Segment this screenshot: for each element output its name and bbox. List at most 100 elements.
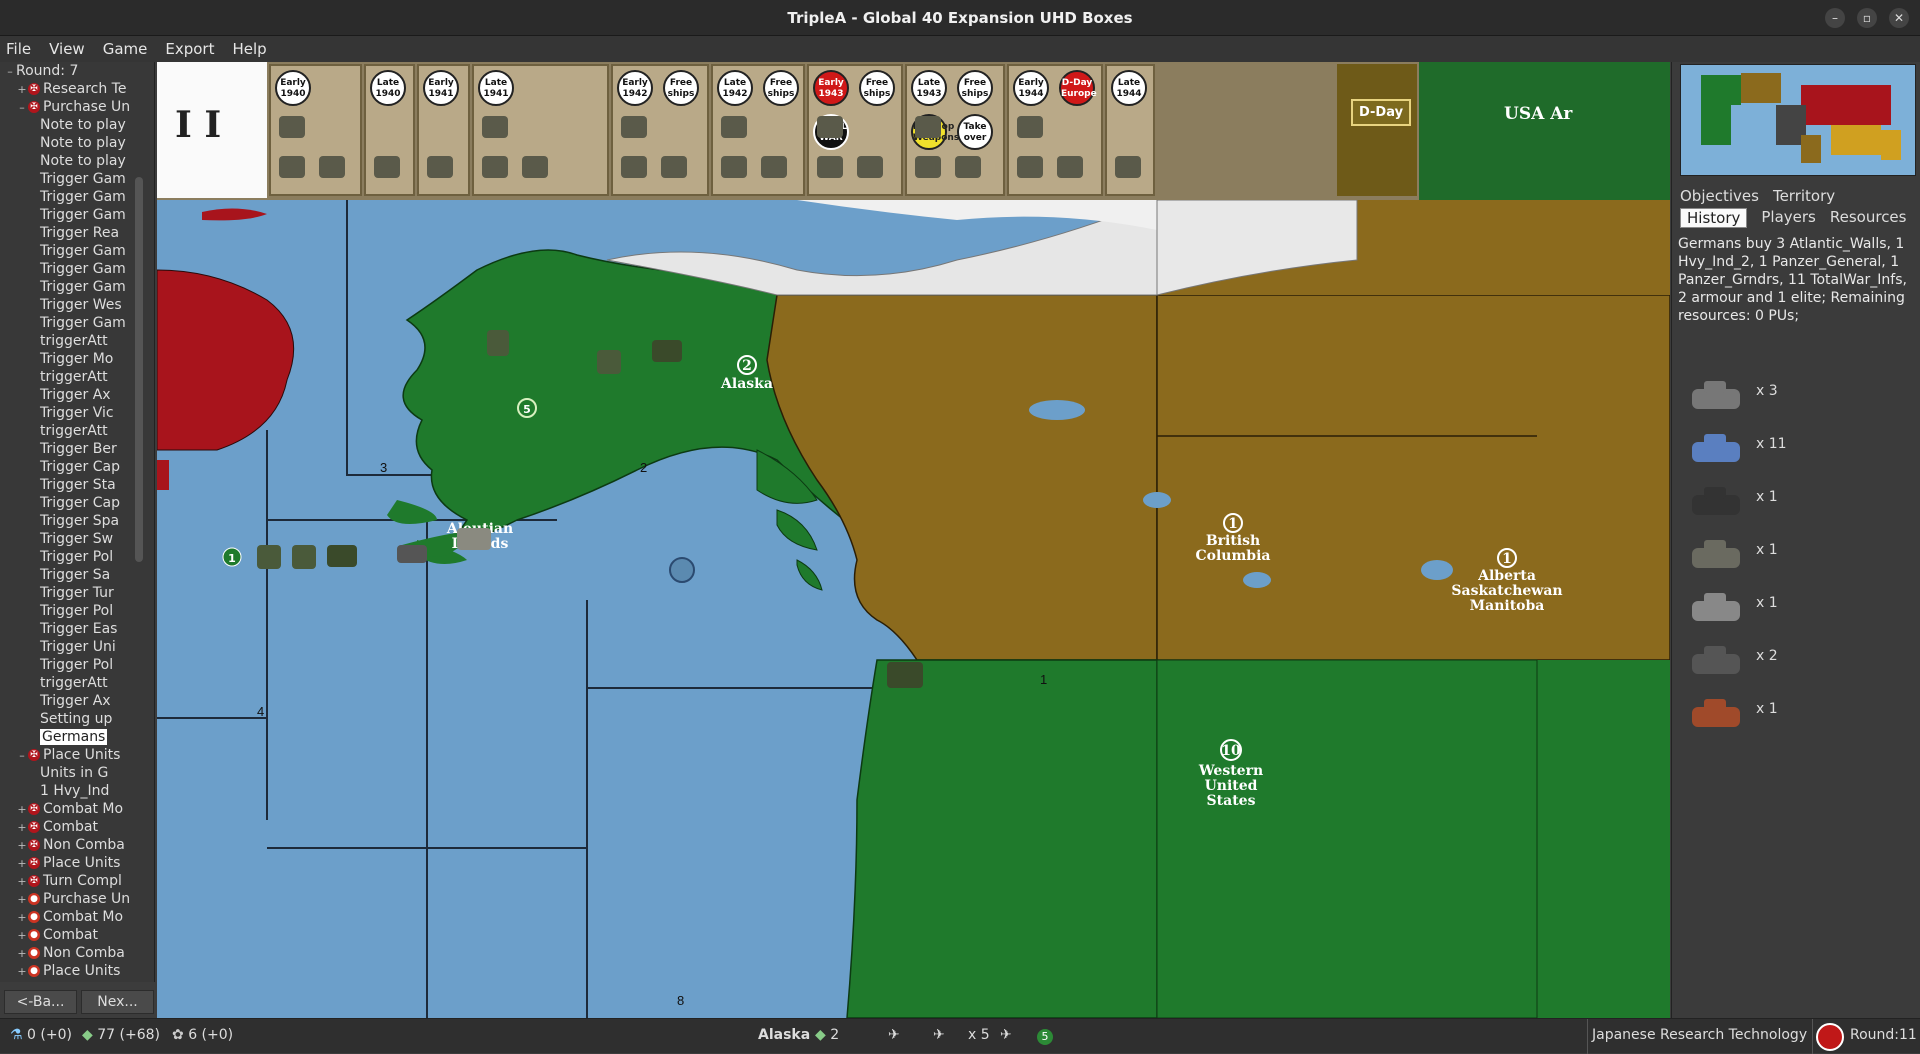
tree-row[interactable]: + ✠ Non Comba — [0, 836, 154, 854]
tree-row[interactable]: Note to play — [0, 116, 154, 134]
tree-row[interactable]: Trigger Gam — [0, 206, 154, 224]
tech-box[interactable]: Early 1943Free shipsTOTAL WAR — [807, 64, 903, 196]
tab-players[interactable]: Players — [1761, 208, 1816, 228]
tree-row[interactable]: Note to play — [0, 134, 154, 152]
tech-box[interactable]: Early 1940 — [269, 64, 362, 196]
tech-box[interactable]: Early 1944 D-Day Europe — [1007, 64, 1103, 196]
expand-icon[interactable]: + — [16, 891, 28, 909]
tree-row[interactable]: triggerAtt — [0, 332, 154, 350]
expand-icon[interactable]: + — [16, 837, 28, 855]
tree-row[interactable]: Trigger Mo — [0, 350, 154, 368]
tree-row[interactable]: Trigger Gam — [0, 242, 154, 260]
tree-row[interactable]: 1 Hvy_Ind — [0, 782, 154, 800]
tech-box[interactable]: Late 1941 — [472, 64, 609, 196]
tree-row[interactable]: + ✠ Combat — [0, 818, 154, 836]
collapse-icon[interactable]: – — [16, 747, 28, 765]
tree-row[interactable]: Trigger Sta — [0, 476, 154, 494]
usa-army-panel[interactable]: USA Ar — [1419, 62, 1670, 200]
territory-western-united-states[interactable] — [846, 659, 1158, 1018]
dday-panel[interactable]: D-Day — [1337, 64, 1417, 196]
tech-box[interactable]: Late 1943Free shipsDevelop WeaponsTake o… — [905, 64, 1005, 196]
expand-icon[interactable]: + — [16, 819, 28, 837]
unit-transport[interactable] — [397, 545, 427, 563]
tree-row[interactable]: + ● Non Comba — [0, 944, 154, 962]
unit-artillery[interactable] — [652, 340, 682, 362]
unit-row-elite-tank[interactable]: x 1 — [1678, 579, 1918, 639]
tree-row[interactable]: triggerAtt — [0, 422, 154, 440]
tree-row[interactable]: Trigger Gam — [0, 170, 154, 188]
tree-row[interactable]: Trigger Wes — [0, 296, 154, 314]
tree-row[interactable]: Trigger Vic — [0, 404, 154, 422]
menu-help[interactable]: Help — [232, 40, 266, 58]
expand-icon[interactable]: + — [16, 801, 28, 819]
unit-row-panzer-general[interactable]: x 1 — [1678, 526, 1918, 586]
tree-row[interactable]: + ● Combat Mo — [0, 908, 154, 926]
expand-icon[interactable]: + — [16, 855, 28, 873]
tree-row[interactable]: + ● Purchase Un — [0, 890, 154, 908]
unit-infantry[interactable] — [292, 545, 316, 569]
game-map[interactable]: 2 Alaska 1 British Columbia 1 Alberta Sa… — [157, 200, 1670, 1018]
tree-row[interactable]: Trigger Sw — [0, 530, 154, 548]
tree-row[interactable]: Trigger Pol — [0, 602, 154, 620]
expand-icon[interactable]: + — [16, 945, 28, 963]
tree-row[interactable]: Trigger Eas — [0, 620, 154, 638]
tree-row[interactable]: Note to play — [0, 152, 154, 170]
unit-row-atlantic-wall[interactable]: x 3 — [1678, 367, 1918, 427]
tree-row[interactable]: Trigger Ax — [0, 386, 154, 404]
tree-row[interactable]: + ✠ Turn Compl — [0, 872, 154, 890]
territory-us-interior[interactable] — [1156, 659, 1538, 1018]
tree-row[interactable]: Trigger Rea — [0, 224, 154, 242]
tree-row[interactable]: Trigger Ber — [0, 440, 154, 458]
tree-row[interactable]: Trigger Ax — [0, 692, 154, 710]
tree-row[interactable]: Trigger Cap — [0, 458, 154, 476]
tech-box[interactable]: Late 1940 — [364, 64, 415, 196]
minimize-button[interactable]: – — [1825, 8, 1845, 28]
unit-row-totalwar-infantry[interactable]: x 11 — [1678, 420, 1918, 480]
collapse-icon[interactable]: – — [16, 99, 28, 117]
close-button[interactable]: ✕ — [1889, 8, 1909, 28]
territory-central-us[interactable] — [1537, 660, 1670, 1018]
tree-row[interactable]: + ● Combat — [0, 926, 154, 944]
unit-base[interactable] — [887, 662, 923, 688]
tree-row[interactable]: + ✠ Research Te — [0, 80, 154, 98]
menu-game[interactable]: Game — [103, 40, 148, 58]
tree-row[interactable]: Germans — [0, 728, 154, 746]
tech-box[interactable]: Early 1942 Free ships — [611, 64, 709, 196]
expand-icon[interactable]: + — [16, 963, 28, 981]
tree-row[interactable]: – Round: 7 — [0, 62, 154, 80]
expand-icon[interactable]: + — [16, 81, 28, 99]
expand-icon[interactable]: + — [16, 927, 28, 945]
menu-export[interactable]: Export — [165, 40, 214, 58]
tree-row[interactable]: Trigger Gam — [0, 278, 154, 296]
tree-row[interactable]: Trigger Sa — [0, 566, 154, 584]
back-button[interactable]: <-Ba... — [4, 990, 77, 1014]
tree-row[interactable]: Trigger Pol — [0, 548, 154, 566]
minimap[interactable] — [1680, 64, 1916, 176]
unit-artillery[interactable] — [327, 545, 357, 567]
tree-row[interactable]: Units in G — [0, 764, 154, 782]
tech-box[interactable]: Early 1941 — [417, 64, 470, 196]
expand-icon[interactable]: + — [16, 909, 28, 927]
tree-row[interactable]: Trigger Cap — [0, 494, 154, 512]
unit-infantry[interactable] — [257, 545, 281, 569]
tree-row[interactable]: + ✠ Combat Mo — [0, 800, 154, 818]
unit-naval-base[interactable] — [457, 528, 491, 550]
soviet-territory-small[interactable] — [157, 460, 169, 490]
tab-history[interactable]: History — [1680, 208, 1748, 228]
menu-file[interactable]: File — [6, 40, 31, 58]
unit-infantry[interactable] — [487, 330, 509, 356]
tree-row[interactable]: Trigger Gam — [0, 314, 154, 332]
unit-row-armour[interactable]: x 2 — [1678, 632, 1918, 692]
tree-row[interactable]: Trigger Pol — [0, 656, 154, 674]
tech-box[interactable]: Late 1944 — [1105, 64, 1155, 196]
tree-row[interactable]: – ✠ Purchase Un — [0, 98, 154, 116]
tree-row[interactable]: Trigger Tur — [0, 584, 154, 602]
tree-row[interactable]: Trigger Gam — [0, 188, 154, 206]
tree-scrollbar[interactable] — [135, 177, 143, 562]
tree-row[interactable]: – ✠ Place Units — [0, 746, 154, 764]
tree-row[interactable]: + ● Place Units — [0, 962, 154, 980]
unit-row-heavy-industry[interactable]: x 1 — [1678, 685, 1918, 745]
collapse-icon[interactable]: – — [4, 63, 16, 81]
maximize-button[interactable]: ▫ — [1857, 8, 1877, 28]
tech-box[interactable]: Late 1942 Free ships — [711, 64, 805, 196]
